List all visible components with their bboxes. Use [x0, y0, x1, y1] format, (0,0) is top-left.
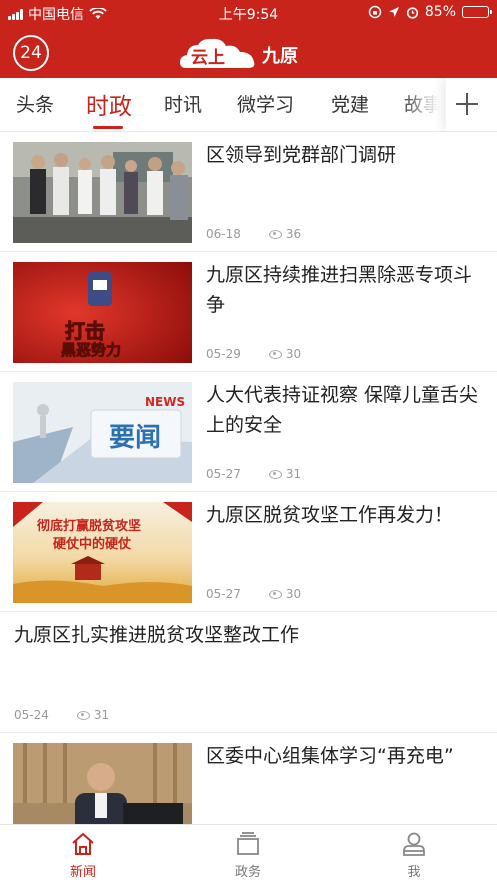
news-date: 05-24 [14, 708, 49, 722]
meeting-photo-image [13, 142, 192, 243]
svg-text:黑恶势力: 黑恶势力 [61, 341, 121, 359]
news-item[interactable]: 区委中心组集体学习“再充电” [0, 733, 497, 824]
svg-text:硬仗中的硬仗: 硬仗中的硬仗 [53, 536, 132, 552]
news-thumbnail: 打击 黑恶势力 [13, 262, 192, 363]
nav-government-label: 政务 [234, 865, 261, 880]
eye-icon [268, 589, 282, 599]
news-thumbnail: NEWS 要闻 [13, 382, 192, 483]
view-count: 31 [93, 708, 110, 722]
svg-text:打击: 打击 [65, 319, 105, 343]
view-count: 31 [285, 467, 302, 481]
nav-me-label: 我 [407, 865, 421, 880]
user-icon [403, 832, 425, 856]
channel-tabs: 头条 时政 时讯 微学习 党建 故事 [0, 78, 497, 132]
speaker-photo-image [13, 743, 192, 824]
news-title: 人大代表持证视察 保障儿童舌尖上的安全 [206, 384, 479, 436]
news-meta: 05-27 31 [206, 467, 301, 481]
eye-icon [268, 469, 282, 479]
news-item[interactable]: 打击 黑恶势力 九原区持续推进扫黑除恶专项斗争 05-29 30 [0, 252, 497, 372]
app-header: 中国电信 上午9:54 85% 24 云上 九原 [0, 0, 497, 78]
battery-icon [462, 6, 492, 18]
eye-icon [268, 349, 282, 359]
news-list: 区领导到党群部门调研 06-18 36 打击 黑恶势力 九原区持续推进扫黑除恶专… [0, 132, 497, 824]
tab-headlines[interactable]: 头条 [16, 90, 54, 117]
news-title: 区委中心组集体学习“再充电” [206, 745, 454, 767]
news-meta: 06-18 36 [206, 227, 301, 241]
poverty-banner-image: 彻底打赢脱贫攻坚 硬仗中的硬仗 [13, 502, 192, 603]
news-title: 九原区持续推进扫黑除恶专项斗争 [206, 264, 473, 316]
news-thumbnail [13, 142, 192, 243]
app-logo: 云上 九原 [180, 38, 310, 68]
svg-text:要闻: 要闻 [109, 423, 161, 453]
nav-news[interactable]: 新闻 [43, 831, 123, 880]
logo-text-cloud: 云上 [191, 48, 225, 68]
badge-label: 24 [20, 43, 42, 63]
news-item[interactable]: 区领导到党群部门调研 06-18 36 [0, 132, 497, 252]
alarm-icon [406, 6, 418, 19]
news-banner-image: NEWS 要闻 [13, 382, 192, 483]
tab-politics[interactable]: 时政 [86, 87, 132, 121]
news-title: 九原区脱贫攻坚工作再发力！ [206, 504, 454, 526]
location-icon [388, 7, 399, 17]
add-channel-button[interactable] [446, 78, 490, 131]
news-meta: 05-27 30 [206, 587, 301, 601]
bottom-nav: 新闻 政务 我 [0, 824, 497, 883]
news-item[interactable]: NEWS 要闻 人大代表持证视察 保障儿童舌尖上的安全 05-27 31 [0, 372, 497, 492]
24-hour-news-button[interactable]: 24 [13, 35, 49, 71]
rotation-lock-icon [368, 5, 382, 19]
tab-news-flash[interactable]: 时讯 [164, 90, 202, 117]
news-title: 区领导到党群部门调研 [206, 144, 397, 166]
news-date: 05-29 [206, 347, 241, 361]
crackdown-banner-image: 打击 黑恶势力 [13, 262, 192, 363]
home-icon [72, 833, 94, 855]
active-tab-indicator [93, 126, 123, 129]
svg-text:NEWS: NEWS [145, 395, 185, 409]
eye-icon [268, 229, 282, 239]
view-count: 30 [285, 587, 302, 601]
news-date: 06-18 [206, 227, 241, 241]
news-date: 05-27 [206, 467, 241, 481]
status-bar: 中国电信 上午9:54 85% [0, 0, 497, 26]
tab-micro-learning[interactable]: 微学习 [237, 90, 294, 117]
logo-text-name: 九原 [262, 46, 298, 67]
view-count: 30 [285, 347, 302, 361]
battery-percent: 85% [424, 4, 456, 20]
news-item[interactable]: 彻底打赢脱贫攻坚 硬仗中的硬仗 九原区脱贫攻坚工作再发力！ 05-27 30 [0, 492, 497, 612]
tab-party-building[interactable]: 党建 [331, 90, 369, 117]
news-thumbnail [13, 743, 192, 824]
news-date: 05-27 [206, 587, 241, 601]
nav-me[interactable]: 我 [374, 831, 454, 880]
news-meta: 05-24 31 [14, 708, 109, 722]
news-title: 九原区扎实推进脱贫攻坚整改工作 [14, 624, 300, 646]
nav-government[interactable]: 政务 [208, 831, 288, 880]
government-icon [237, 832, 259, 855]
eye-icon [76, 710, 90, 720]
svg-text:彻底打赢脱贫攻坚: 彻底打赢脱贫攻坚 [36, 518, 141, 534]
news-item[interactable]: 九原区扎实推进脱贫攻坚整改工作 05-24 31 [0, 612, 497, 733]
view-count: 36 [285, 227, 302, 241]
news-thumbnail: 彻底打赢脱贫攻坚 硬仗中的硬仗 [13, 502, 192, 603]
nav-news-label: 新闻 [69, 865, 96, 880]
news-meta: 05-29 30 [206, 347, 301, 361]
